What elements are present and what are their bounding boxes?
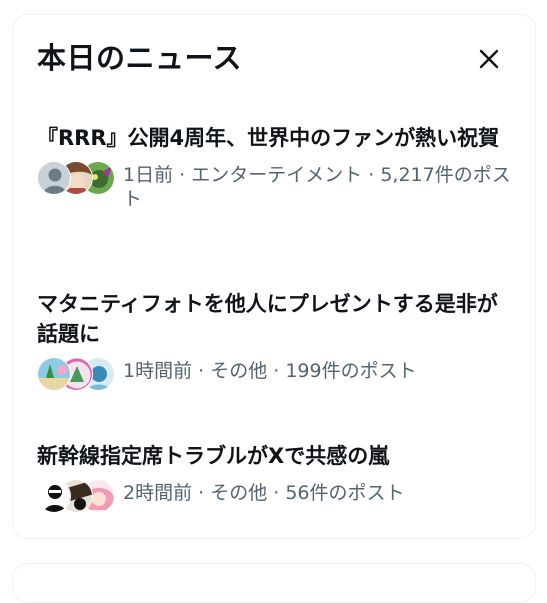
news-item-title: 新幹線指定席トラブルがXで共感の嵐 [37, 444, 390, 468]
news-item-rrr[interactable]: 『RRR』公開4周年、世界中のファンが熱い祝賀 1日前 · エンターテイメント … [37, 123, 517, 211]
news-item-meta-row: 2時間前 · その他 · 56件のポスト [37, 479, 517, 515]
beach-avatar [37, 357, 71, 391]
news-item-meta: 2時間前 · その他 · 56件のポスト [123, 482, 405, 504]
news-header: 本日のニュース [37, 39, 511, 79]
news-item-meta-row: 1日前 · エンターテイメント · 5,217件のポスト [37, 161, 517, 211]
close-button[interactable] [471, 41, 507, 77]
news-item-meta-row: 1時間前 · その他 · 199件のポスト [37, 357, 517, 393]
news-item-meta: 1日前 · エンターテイメント · 5,217件のポスト [123, 164, 511, 210]
avatar-group [37, 161, 123, 197]
news-title: 本日のニュース [37, 41, 243, 75]
avatar-group [37, 479, 123, 515]
news-item-meta: 1時間前 · その他 · 199件のポスト [123, 360, 417, 382]
avatar-group [37, 357, 123, 393]
default-user-avatar [37, 161, 71, 195]
black-white-avatar [37, 479, 71, 513]
close-icon [479, 49, 499, 69]
news-item-shinkansen[interactable]: 新幹線指定席トラブルがXで共感の嵐 2時間前 · その他 · 56件のポスト [37, 441, 517, 515]
news-item-title: 『RRR』公開4周年、世界中のファンが熱い祝賀 [37, 126, 500, 150]
news-item-maternity-photo[interactable]: マタニティフォトを他人にプレゼントする是非が話題に 1時間前 · その他 · 1… [37, 289, 517, 393]
news-card: 本日のニュース 『RRR』公開4周年、世界中のファンが熱い祝賀 1日前 · エン… [12, 14, 536, 539]
next-card-edge [12, 563, 536, 603]
news-item-title: マタニティフォトを他人にプレゼントする是非が話題に [37, 292, 498, 346]
